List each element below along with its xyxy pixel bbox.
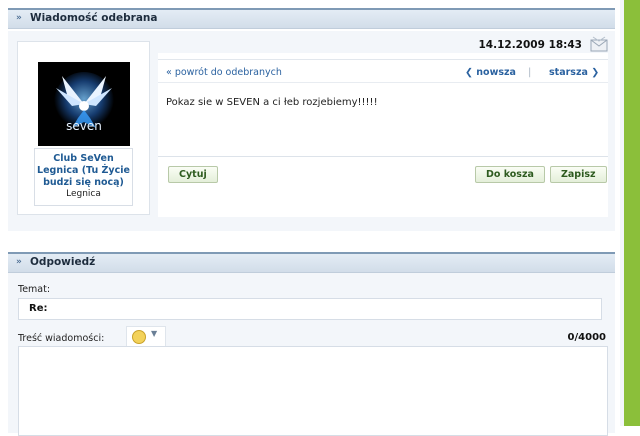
message-area: « powrót do odebranych ❮ nowsza | starsz… [158, 53, 608, 217]
nav-separator: | [528, 67, 532, 78]
chevron-left-icon: ❮ [465, 67, 477, 78]
sender-avatar[interactable]: seven [38, 62, 130, 146]
trash-button[interactable]: Do kosza [475, 166, 545, 183]
newer-label: nowsza [476, 67, 516, 78]
message-body-textarea[interactable] [18, 346, 608, 436]
newer-message-link[interactable]: ❮ nowsza [465, 67, 516, 78]
divider [158, 59, 608, 60]
back-to-inbox-link[interactable]: « powrót do odebranych [166, 67, 282, 78]
save-button[interactable]: Zapisz [550, 166, 607, 183]
avatar-logo-text: seven [66, 119, 102, 133]
quote-button[interactable]: Cytuj [168, 166, 218, 183]
subject-label: Temat: [18, 284, 51, 295]
smiley-icon [132, 330, 146, 344]
divider [158, 156, 608, 157]
subject-input[interactable]: Re: [18, 298, 602, 320]
sender-card: seven Club SeVen Legnica (Tu Życie budzi… [17, 41, 150, 215]
sender-name-link[interactable]: Club SeVen Legnica (Tu Życie budzi się n… [35, 153, 132, 189]
older-label: starsza [549, 67, 588, 78]
panel-chevron-icon: » [16, 257, 22, 267]
received-panel-title: Wiadomość odebrana [30, 12, 158, 24]
panel-chevron-icon: » [16, 13, 22, 23]
sender-name-box: Club SeVen Legnica (Tu Życie budzi się n… [34, 148, 133, 206]
envelope-icon [590, 36, 608, 52]
received-panel-header: » Wiadomość odebrana [8, 8, 615, 29]
chevron-right-icon: ❯ [587, 67, 600, 78]
message-date: 14.12.2009 18:43 [478, 39, 582, 51]
message-text: Pokaz sie w SEVEN a ci łeb rozjebiemy!!!… [166, 97, 378, 108]
older-message-link[interactable]: starsza ❯ [549, 67, 599, 78]
emoticon-picker[interactable]: ▼ [126, 326, 166, 347]
character-counter: 0/4000 [567, 332, 606, 343]
reply-panel-header: » Odpowiedź [8, 252, 615, 273]
right-accent-bar [624, 0, 640, 426]
sender-city: Legnica [66, 189, 101, 199]
body-label: Treść wiadomości: [18, 333, 105, 344]
chevron-down-icon: ▼ [151, 329, 158, 338]
divider [158, 82, 608, 83]
reply-panel-title: Odpowiedź [30, 256, 96, 268]
